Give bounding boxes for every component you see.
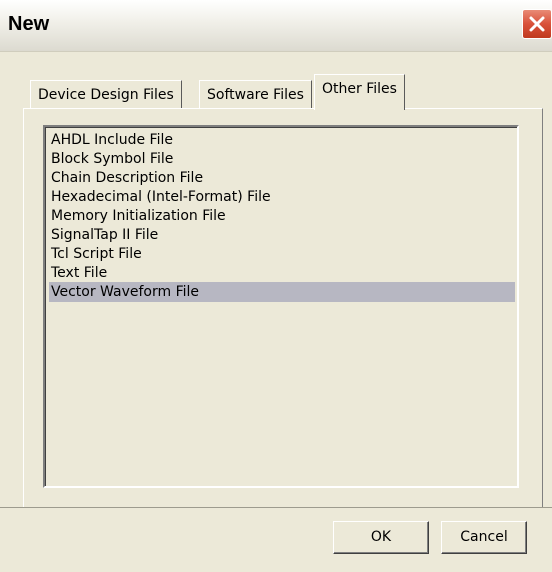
list-item[interactable]: SignalTap II File [49, 225, 515, 245]
tab-other-files[interactable]: Other Files [314, 74, 405, 110]
tab-software-files[interactable]: Software Files [199, 80, 312, 109]
dialog-title: New [8, 13, 50, 35]
tab-label: Device Design Files [38, 87, 174, 103]
list-item[interactable]: Tcl Script File [49, 244, 515, 264]
file-type-list[interactable]: AHDL Include File Block Symbol File Chai… [43, 125, 519, 488]
list-item[interactable]: Block Symbol File [49, 149, 515, 169]
tab-device-design-files[interactable]: Device Design Files [30, 80, 182, 109]
ok-button[interactable]: OK [333, 521, 429, 554]
tab-label: Software Files [207, 87, 304, 103]
divider [0, 507, 552, 508]
list-item[interactable]: AHDL Include File [49, 130, 515, 150]
list-item[interactable]: Memory Initialization File [49, 206, 515, 226]
list-item[interactable]: Text File [49, 263, 515, 283]
new-dialog: New Device Design Files Software Files O… [0, 0, 552, 572]
close-icon [529, 16, 545, 32]
list-item-selected[interactable]: Vector Waveform File [49, 282, 515, 302]
list-item[interactable]: Hexadecimal (Intel-Format) File [49, 187, 515, 207]
tab-label: Other Files [322, 81, 397, 97]
title-bar[interactable]: New [0, 0, 552, 52]
cancel-button[interactable]: Cancel [441, 521, 527, 554]
close-button[interactable] [522, 9, 552, 39]
list-item[interactable]: Chain Description File [49, 168, 515, 188]
